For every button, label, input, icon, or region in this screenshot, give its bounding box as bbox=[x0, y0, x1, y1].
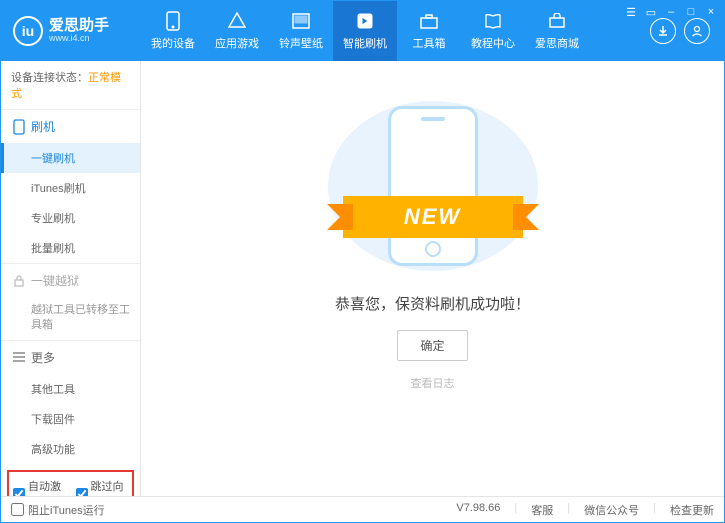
sidebar-item-batch[interactable]: 批量刷机 bbox=[1, 233, 140, 263]
sidebar: 设备连接状态：正常模式 刷机 一键刷机 iTunes刷机 专业刷机 批量刷机 一… bbox=[1, 61, 141, 496]
sidebar-head-more[interactable]: 更多 bbox=[1, 341, 140, 374]
sidebar-jailbreak-note: 越狱工具已转移至工具箱 bbox=[1, 297, 140, 340]
phone-illustration bbox=[388, 106, 478, 266]
sidebar-item-oneclick[interactable]: 一键刷机 bbox=[1, 143, 140, 173]
check-update-link[interactable]: 检查更新 bbox=[670, 502, 714, 518]
app-url: www.i4.cn bbox=[49, 34, 109, 44]
minimize-button[interactable]: – bbox=[664, 5, 678, 19]
sidebar-item-advanced[interactable]: 高级功能 bbox=[1, 434, 140, 464]
titlebar: iu 爱思助手 www.i4.cn 我的设备 应用游戏 铃声壁纸 智能刷机 bbox=[1, 1, 724, 61]
wallpaper-icon bbox=[291, 11, 311, 31]
nav-label: 工具箱 bbox=[413, 35, 446, 51]
nav-tutorial[interactable]: 教程中心 bbox=[461, 1, 525, 61]
nav-ringtone-wallpaper[interactable]: 铃声壁纸 bbox=[269, 1, 333, 61]
nav-tabs: 我的设备 应用游戏 铃声壁纸 智能刷机 工具箱 教程中心 bbox=[141, 1, 650, 61]
sidebar-item-download-fw[interactable]: 下载固件 bbox=[1, 404, 140, 434]
nav-label: 智能刷机 bbox=[343, 35, 387, 51]
sidebar-item-pro[interactable]: 专业刷机 bbox=[1, 203, 140, 233]
new-ribbon: NEW bbox=[343, 196, 523, 238]
nav-smart-flash[interactable]: 智能刷机 bbox=[333, 1, 397, 61]
app-name: 爱思助手 bbox=[49, 18, 109, 35]
connection-status: 设备连接状态：正常模式 bbox=[1, 61, 140, 109]
success-message: 恭喜您，保资料刷机成功啦！ bbox=[335, 293, 530, 314]
apps-icon bbox=[227, 11, 247, 31]
sidebar-item-other-tools[interactable]: 其他工具 bbox=[1, 374, 140, 404]
more-icon bbox=[13, 352, 25, 362]
body: 设备连接状态：正常模式 刷机 一键刷机 iTunes刷机 专业刷机 批量刷机 一… bbox=[1, 61, 724, 496]
book-icon bbox=[483, 11, 503, 31]
logo-area: iu 爱思助手 www.i4.cn bbox=[1, 16, 141, 46]
nav-apps-games[interactable]: 应用游戏 bbox=[205, 1, 269, 61]
close-button[interactable]: × bbox=[704, 5, 718, 19]
sidebar-item-itunes[interactable]: iTunes刷机 bbox=[1, 173, 140, 203]
main-content: NEW 恭喜您，保资料刷机成功啦！ 确定 查看日志 bbox=[141, 61, 724, 496]
view-log-link[interactable]: 查看日志 bbox=[411, 375, 455, 391]
logo-icon: iu bbox=[13, 16, 43, 46]
toolbox-icon bbox=[419, 11, 439, 31]
app-window: ☰ ▭ – □ × iu 爱思助手 www.i4.cn 我的设备 应用游戏 铃声 bbox=[0, 0, 725, 523]
nav-label: 爱思商城 bbox=[535, 35, 579, 51]
nav-label: 我的设备 bbox=[151, 35, 195, 51]
service-link[interactable]: 客服 bbox=[531, 502, 553, 518]
phone-icon bbox=[13, 119, 25, 135]
user-button[interactable] bbox=[684, 18, 710, 44]
nav-toolbox[interactable]: 工具箱 bbox=[397, 1, 461, 61]
block-itunes-checkbox[interactable]: 阻止iTunes运行 bbox=[11, 502, 105, 518]
window-controls: ☰ ▭ – □ × bbox=[624, 5, 718, 19]
wechat-link[interactable]: 微信公众号 bbox=[584, 502, 639, 518]
nav-my-device[interactable]: 我的设备 bbox=[141, 1, 205, 61]
menu-icon[interactable]: ☰ bbox=[624, 5, 638, 19]
checkbox-group: 自动激活 跳过向导 bbox=[7, 470, 134, 496]
download-button[interactable] bbox=[650, 18, 676, 44]
cart-icon bbox=[547, 11, 567, 31]
lock-icon bbox=[13, 275, 25, 287]
titlebar-right bbox=[650, 18, 724, 44]
sidebar-head-jailbreak[interactable]: 一键越狱 bbox=[1, 264, 140, 297]
phone-icon bbox=[163, 11, 183, 31]
statusbar-right: V7.98.66 | 客服 | 微信公众号 | 检查更新 bbox=[456, 502, 714, 518]
checkbox-auto-activate[interactable]: 自动激活 bbox=[13, 478, 66, 496]
maximize-button[interactable]: □ bbox=[684, 5, 698, 19]
checkbox-skip-guide[interactable]: 跳过向导 bbox=[76, 478, 129, 496]
nav-label: 铃声壁纸 bbox=[279, 35, 323, 51]
nav-label: 教程中心 bbox=[471, 35, 515, 51]
sidebar-head-flash[interactable]: 刷机 bbox=[1, 110, 140, 143]
nav-label: 应用游戏 bbox=[215, 35, 259, 51]
nav-store[interactable]: 爱思商城 bbox=[525, 1, 589, 61]
flash-icon bbox=[355, 11, 375, 31]
version-label: V7.98.66 bbox=[456, 502, 500, 518]
extra-icon[interactable]: ▭ bbox=[644, 5, 658, 19]
statusbar: 阻止iTunes运行 V7.98.66 | 客服 | 微信公众号 | 检查更新 bbox=[1, 496, 724, 522]
ok-button[interactable]: 确定 bbox=[397, 330, 467, 361]
illustration: NEW bbox=[328, 101, 538, 271]
